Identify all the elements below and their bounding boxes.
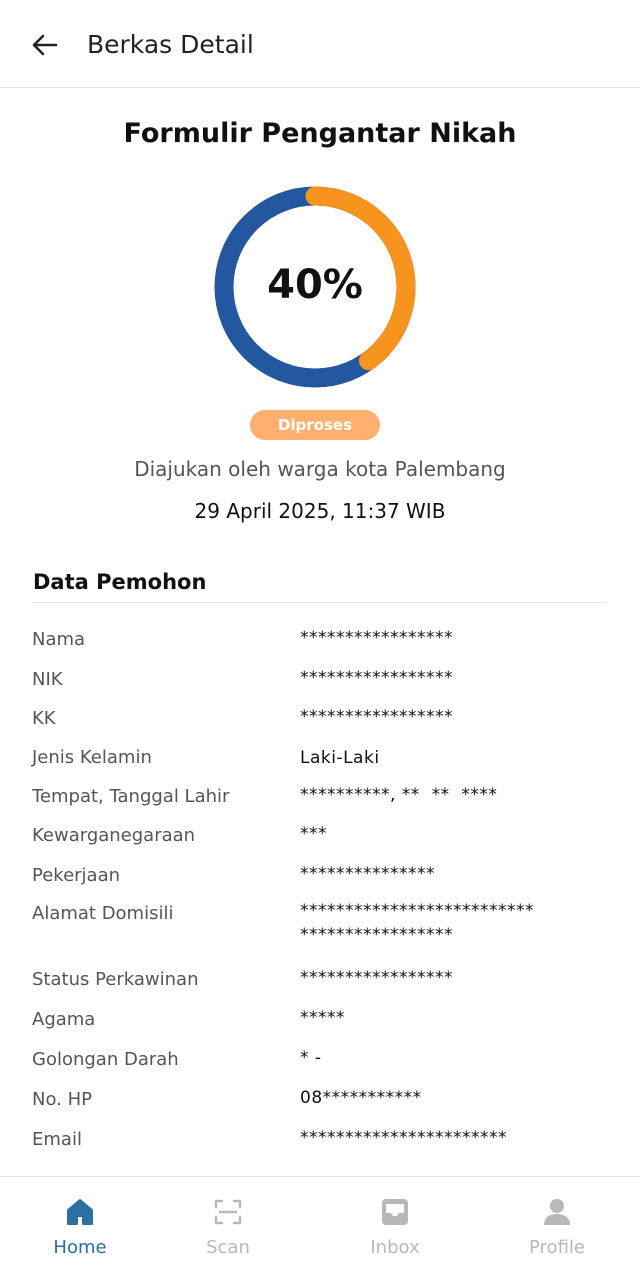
row-label-alamat: Alamat Domisili — [32, 903, 174, 924]
nav-label-home: Home — [53, 1237, 107, 1258]
section-title: Data Pemohon — [33, 570, 207, 594]
arrow-left-icon — [32, 34, 58, 56]
row-value-alamat: ************************** *************… — [300, 901, 534, 945]
row-label-nama: Nama — [32, 629, 86, 650]
row-label-pekerjaan: Pekerjaan — [32, 865, 121, 886]
row-value-status-perkawinan: ***************** — [300, 968, 453, 988]
app-screen: Berkas Detail Formulir Pengantar Nikah 4… — [0, 0, 640, 1276]
nav-label-scan: Scan — [206, 1237, 250, 1258]
form-title: Formulir Pengantar Nikah — [123, 118, 517, 149]
home-icon — [67, 1199, 93, 1225]
row-value-kk: ***************** — [300, 707, 453, 727]
row-value-kewarganegaraan: *** — [300, 824, 327, 844]
back-button[interactable] — [28, 28, 62, 62]
row-value-golongan-darah: * - — [300, 1048, 322, 1068]
nav-label-inbox: Inbox — [370, 1237, 420, 1258]
row-label-jenis-kelamin: Jenis Kelamin — [32, 747, 152, 768]
bottom-navigation: Home Scan Inbox Profile — [0, 1176, 640, 1276]
inbox-icon — [382, 1199, 408, 1225]
app-header: Berkas Detail — [0, 0, 640, 88]
nav-item-inbox[interactable]: Inbox — [315, 1177, 475, 1276]
row-label-email: Email — [32, 1129, 82, 1150]
row-value-email: *********************** — [300, 1128, 507, 1148]
row-value-nama: ***************** — [300, 628, 453, 648]
submitted-by-text: Diajukan oleh warga kota Palembang — [134, 457, 506, 481]
row-label-ttl: Tempat, Tanggal Lahir — [32, 786, 230, 807]
section-divider — [32, 602, 606, 603]
scan-icon — [214, 1199, 242, 1225]
row-label-kk: KK — [32, 708, 56, 729]
row-value-no-hp: 08*********** — [300, 1088, 422, 1108]
row-value-ttl: **********, ** ** **** — [300, 785, 498, 805]
row-value-jenis-kelamin: Laki-Laki — [300, 748, 380, 768]
profile-icon — [544, 1199, 570, 1225]
row-label-agama: Agama — [32, 1009, 96, 1030]
nav-item-scan[interactable]: Scan — [148, 1177, 308, 1276]
progress-percent: 40% — [267, 262, 363, 308]
nav-item-profile[interactable]: Profile — [477, 1177, 637, 1276]
row-label-nik: NIK — [32, 669, 63, 690]
submitted-at-text: 29 April 2025, 11:37 WIB — [194, 499, 446, 523]
row-label-status-perkawinan: Status Perkawinan — [32, 969, 199, 990]
page-title: Berkas Detail — [87, 30, 254, 59]
row-value-nik: ***************** — [300, 668, 453, 688]
row-label-golongan-darah: Golongan Darah — [32, 1049, 179, 1070]
nav-item-home[interactable]: Home — [0, 1177, 160, 1276]
status-badge: Diproses — [250, 410, 380, 440]
row-label-kewarganegaraan: Kewarganegaraan — [32, 825, 196, 846]
row-value-agama: ***** — [300, 1008, 345, 1028]
nav-label-profile: Profile — [529, 1237, 585, 1258]
row-label-no-hp: No. HP — [32, 1089, 92, 1110]
row-value-pekerjaan: *************** — [300, 864, 435, 884]
